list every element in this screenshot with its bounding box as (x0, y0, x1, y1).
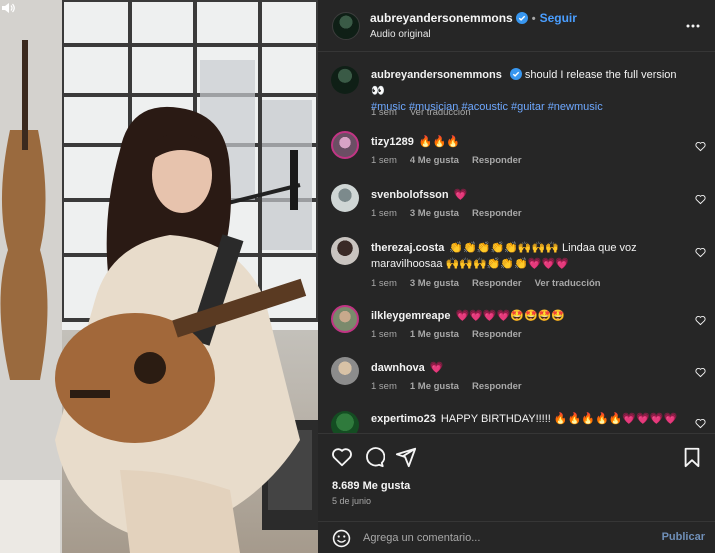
verified-badge-icon (509, 68, 522, 80)
comment-composer: Publicar (318, 521, 715, 553)
caption-time[interactable]: 1 sem (371, 107, 397, 118)
comment-likes[interactable]: 1 Me gusta (410, 381, 459, 392)
verified-badge-icon (515, 12, 528, 24)
avatar[interactable] (331, 411, 359, 433)
comment-row: ilkleygemreape 💗💗💗💗🤩🤩🤩🤩 1 sem 1 Me gusta Re… (318, 303, 715, 348)
heart-icon[interactable] (695, 418, 706, 429)
caption-row: aubreyandersonemmons should I release th… (318, 63, 715, 118)
comment-row: svenbolofsson 💗 1 sem 3 Me gusta Responder (318, 182, 715, 227)
comment-row: expertimo23 HAPPY BIRTHDAY!!!!! 🔥🔥🔥🔥🔥💗💗💗💗 (318, 409, 715, 433)
comment-text: dawnhova 💗 (371, 360, 679, 376)
share-icon[interactable] (395, 446, 417, 468)
comment-likes[interactable]: 1 Me gusta (410, 329, 459, 340)
author-username[interactable]: aubreyandersonemmons (370, 11, 513, 25)
reply-button[interactable]: Responder (472, 329, 522, 340)
bookmark-icon[interactable] (681, 446, 703, 468)
avatar[interactable] (331, 305, 359, 333)
translate-link[interactable]: Ver traducción (410, 107, 471, 118)
caption-meta: 1 sem Ver traducción (371, 107, 484, 118)
post-actions: 8.689 Me gusta 5 de junio (318, 433, 715, 521)
comment-time[interactable]: 1 sem (371, 208, 397, 219)
comment-body: 💗 (429, 362, 444, 374)
comment-row: therezaj.costa 👏👏👏👏👏🙌🙌🙌 Lindaa que voz ma… (318, 235, 715, 297)
comment-likes[interactable]: 4 Me gusta (410, 155, 459, 166)
reply-button[interactable]: Responder (472, 208, 522, 219)
comment-row: tizy1289 🔥🔥🔥 1 sem 4 Me gusta Responder (318, 129, 715, 174)
heart-icon[interactable] (695, 141, 706, 152)
comment-text: svenbolofsson 💗 (371, 187, 679, 203)
comment-time[interactable]: 1 sem (371, 278, 397, 289)
heart-icon[interactable] (331, 446, 353, 468)
likes-count[interactable]: 8.689 Me gusta (332, 480, 410, 492)
post-media-video[interactable] (0, 0, 318, 553)
post-date: 5 de junio (332, 496, 372, 506)
separator-dot: • (531, 13, 536, 25)
reply-button[interactable]: Responder (472, 278, 522, 289)
heart-icon[interactable] (695, 247, 706, 258)
comment-text: expertimo23 HAPPY BIRTHDAY!!!!! 🔥🔥🔥🔥🔥💗💗💗💗 (371, 411, 679, 427)
comment-username[interactable]: tizy1289 (371, 136, 414, 148)
more-options-icon[interactable] (685, 18, 701, 34)
video-frame-illustration (0, 0, 318, 553)
comment-input[interactable] (363, 528, 643, 548)
comment-likes[interactable]: 3 Me gusta (410, 278, 459, 289)
reply-button[interactable]: Responder (472, 381, 522, 392)
avatar[interactable] (331, 131, 359, 159)
comment-meta: 1 sem 1 Me gusta Responder (371, 329, 535, 340)
comment-time[interactable]: 1 sem (371, 329, 397, 340)
comment-username[interactable]: expertimo23 (371, 413, 436, 425)
reply-button[interactable]: Responder (472, 155, 522, 166)
comment-username[interactable]: dawnhova (371, 362, 425, 374)
comment-body: 💗💗💗💗🤩🤩🤩🤩 (455, 310, 566, 322)
comments-list[interactable]: aubreyandersonemmons should I release th… (318, 53, 715, 433)
heart-icon[interactable] (695, 194, 706, 205)
comment-body: HAPPY BIRTHDAY!!!!! 🔥🔥🔥🔥🔥💗💗💗💗 (440, 413, 678, 425)
avatar[interactable] (332, 12, 360, 40)
comment-time[interactable]: 1 sem (371, 155, 397, 166)
comment-icon[interactable] (363, 446, 385, 468)
comment-meta: 1 sem 3 Me gusta Responder (371, 208, 535, 219)
follow-button[interactable]: Seguir (540, 11, 577, 25)
comment-text: ilkleygemreape 💗💗💗💗🤩🤩🤩🤩 (371, 308, 679, 324)
comment-text: therezaj.costa 👏👏👏👏👏🙌🙌🙌 Lindaa que voz ma… (371, 240, 679, 272)
comment-row: dawnhova 💗 1 sem 1 Me gusta Responder (318, 355, 715, 400)
speaker-icon[interactable] (0, 0, 16, 16)
comment-text: tizy1289 🔥🔥🔥 (371, 134, 679, 150)
comment-body: 💗 (453, 189, 468, 201)
avatar[interactable] (331, 237, 359, 265)
author-line: aubreyandersonemmons • Seguir (370, 11, 577, 25)
emoji-icon[interactable] (332, 529, 351, 548)
post-details-panel: aubreyandersonemmons • Seguir Audio origin… (318, 0, 715, 553)
comment-meta: 1 sem 4 Me gusta Responder (371, 155, 535, 166)
avatar[interactable] (331, 184, 359, 212)
heart-icon[interactable] (695, 367, 706, 378)
comment-username[interactable]: therezaj.costa (371, 242, 444, 254)
comment-username[interactable]: svenbolofsson (371, 189, 449, 201)
avatar[interactable] (331, 66, 359, 94)
publish-button[interactable]: Publicar (662, 531, 705, 543)
heart-icon[interactable] (695, 315, 706, 326)
caption-username[interactable]: aubreyandersonemmons (371, 69, 502, 81)
comment-likes[interactable]: 3 Me gusta (410, 208, 459, 219)
audio-label[interactable]: Audio original (370, 29, 431, 40)
comment-body: 🔥🔥🔥 (418, 136, 460, 148)
comment-meta: 1 sem 1 Me gusta Responder (371, 381, 535, 392)
comment-meta: 1 sem 3 Me gusta Responder Ver traducción (371, 278, 614, 289)
post-header: aubreyandersonemmons • Seguir Audio origin… (318, 0, 715, 52)
comment-username[interactable]: ilkleygemreape (371, 310, 451, 322)
translate-link[interactable]: Ver traducción (535, 278, 601, 289)
avatar[interactable] (331, 357, 359, 385)
comment-time[interactable]: 1 sem (371, 381, 397, 392)
